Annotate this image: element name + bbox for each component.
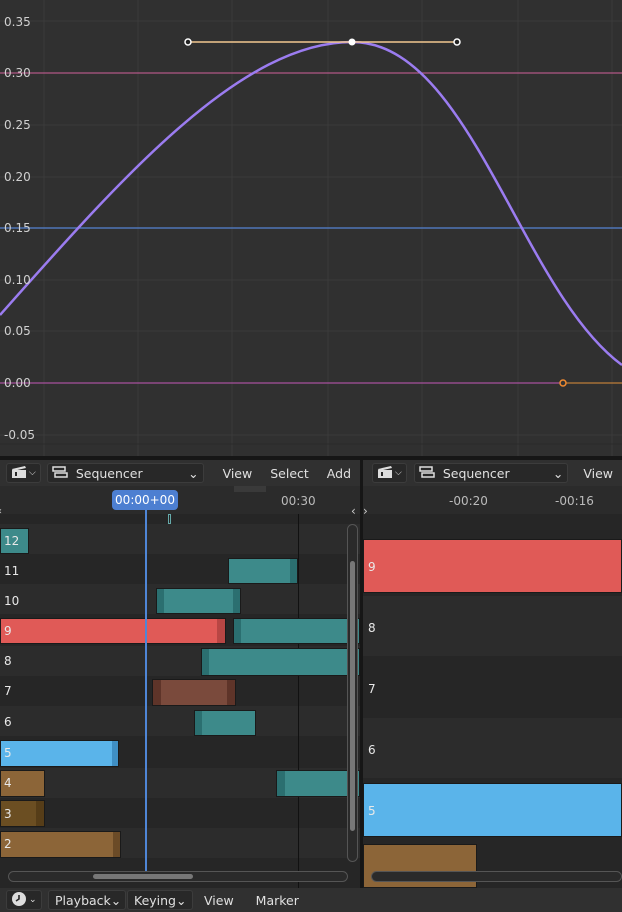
channel-number: 2 xyxy=(4,837,12,851)
strip-ch11[interactable] xyxy=(228,558,298,584)
right-sequencer-timeline[interactable]: -00:20 -00:16 9 8 7 6 5 › xyxy=(363,486,622,888)
chevron-down-icon: ⌄ xyxy=(110,892,122,908)
time-ruler[interactable]: 00:30 xyxy=(0,486,360,514)
view-type-dropdown[interactable]: Sequencer ⌄ xyxy=(413,463,569,483)
menu-view[interactable]: View xyxy=(574,466,622,481)
clapperboard-icon xyxy=(377,465,393,482)
strip-ch6[interactable] xyxy=(194,710,256,736)
strip-ch2[interactable] xyxy=(0,831,121,858)
channel-number: 12 xyxy=(4,534,20,548)
strip-ch9-teal[interactable] xyxy=(233,618,360,644)
graph-editor-area[interactable]: 0.35 0.30 0.25 0.20 0.15 0.10 0.05 0.00 … xyxy=(0,0,622,456)
vertical-scrollbar[interactable] xyxy=(347,524,358,862)
current-frame-indicator[interactable]: 00:00+00 xyxy=(112,490,178,510)
editor-type-label: Sequencer xyxy=(442,465,510,481)
y-tick: -0.05 xyxy=(4,428,36,442)
timeline-header: ⌄ Playback ⌄ Keying ⌄ View Marker xyxy=(0,888,622,912)
fcurve[interactable] xyxy=(0,40,622,367)
playhead-line[interactable] xyxy=(145,508,147,872)
keyframe-point[interactable] xyxy=(348,38,356,46)
end-frame-line xyxy=(298,514,299,888)
chevron-down-icon: ⌄ xyxy=(29,895,37,905)
channel-number: 10 xyxy=(4,594,20,608)
channel-number: 7 xyxy=(368,682,376,696)
y-tick: 0.00 xyxy=(4,376,31,390)
y-tick: 0.30 xyxy=(4,66,31,80)
left-handle[interactable] xyxy=(184,38,192,46)
chevron-down-icon: ⌵ xyxy=(29,468,36,478)
time-ruler[interactable]: -00:20 -00:16 xyxy=(363,486,622,514)
sequencer-icon xyxy=(419,465,435,482)
strip-ch9-red[interactable] xyxy=(0,618,226,644)
right-handle[interactable] xyxy=(453,38,461,46)
strip-ch10[interactable] xyxy=(156,588,241,614)
ruler-label: 00:30 xyxy=(281,494,316,508)
menu-add[interactable]: Add xyxy=(318,466,360,481)
y-tick: 0.05 xyxy=(4,324,31,338)
view-type-dropdown[interactable]: Sequencer ⌄ xyxy=(46,463,204,483)
channel-number: 8 xyxy=(4,654,12,668)
strip-ch8[interactable] xyxy=(201,648,360,676)
channel-row xyxy=(363,596,622,656)
left-sequencer-timeline[interactable]: 00:30 12 11 10 9 8 7 6 5 4 3 2 00:00+00 … xyxy=(0,486,360,888)
orange-keyframe[interactable] xyxy=(559,379,567,387)
keying-menu[interactable]: Keying ⌄ xyxy=(127,890,193,910)
menu-view[interactable]: View xyxy=(214,466,262,481)
playback-menu[interactable]: Playback ⌄ xyxy=(48,890,126,910)
chevron-right-icon[interactable]: › xyxy=(363,504,368,518)
editor-type-button[interactable]: ⌄ xyxy=(6,890,42,910)
channel-number: 7 xyxy=(4,684,12,698)
clapperboard-icon xyxy=(11,465,27,482)
playback-label: Playback xyxy=(55,892,111,908)
channel-row xyxy=(0,524,360,554)
channel-number: 6 xyxy=(4,715,12,729)
y-tick: 0.10 xyxy=(4,273,31,287)
vertical-scrollbar-thumb[interactable] xyxy=(350,561,355,831)
horizontal-scrollbar[interactable] xyxy=(371,871,622,882)
graph-canvas[interactable] xyxy=(0,0,622,456)
channel-number: 5 xyxy=(4,746,12,760)
editor-type-label: Sequencer xyxy=(75,465,143,481)
y-tick: 0.20 xyxy=(4,170,31,184)
strip-ch5-blue[interactable] xyxy=(0,740,119,767)
channel-number: 11 xyxy=(4,564,20,578)
y-tick: 0.15 xyxy=(4,221,31,235)
strip-ch9-red[interactable] xyxy=(363,539,622,593)
channel-row xyxy=(0,706,360,736)
editor-type-button[interactable]: ⌵ xyxy=(372,463,407,483)
frame-marker xyxy=(168,514,171,524)
menu-view[interactable]: View xyxy=(195,893,243,908)
chevron-down-icon: ⌵ xyxy=(395,468,402,478)
editor-type-button[interactable]: ⌵ xyxy=(6,463,41,483)
horizontal-scrollbar[interactable] xyxy=(8,871,348,882)
ruler-label: -00:20 xyxy=(449,494,488,508)
channel-number: 6 xyxy=(368,743,376,757)
chevron-left-icon[interactable]: ‹ xyxy=(0,506,2,517)
chevron-down-icon: ⌄ xyxy=(552,465,564,481)
ruler-label: -00:16 xyxy=(555,494,594,508)
left-sequencer-header: ⌵ Sequencer ⌄ View Select Add xyxy=(0,460,360,486)
keying-label: Keying xyxy=(134,892,176,908)
channel-number: 9 xyxy=(4,624,12,638)
menu-marker[interactable]: Marker xyxy=(247,893,308,908)
strip-ch7[interactable] xyxy=(152,679,236,706)
channel-number: 8 xyxy=(368,621,376,635)
channel-number: 4 xyxy=(4,776,12,790)
channel-number: 9 xyxy=(368,560,376,574)
channel-row xyxy=(363,718,622,778)
y-tick: 0.35 xyxy=(4,15,31,29)
chevron-down-icon: ⌄ xyxy=(176,892,187,908)
chevron-down-icon: ⌄ xyxy=(188,465,199,481)
clock-icon xyxy=(11,891,27,910)
horizontal-scrollbar-thumb[interactable] xyxy=(93,874,193,879)
y-tick: 0.25 xyxy=(4,118,31,132)
channel-number: 3 xyxy=(4,807,12,821)
chevron-left-icon[interactable]: ‹ xyxy=(351,504,356,518)
strip-ch5-blue[interactable] xyxy=(363,783,622,837)
sequencer-icon xyxy=(52,465,68,482)
right-sequencer-header: ⌵ Sequencer ⌄ View xyxy=(363,460,622,486)
menu-select[interactable]: Select xyxy=(261,466,318,481)
ruler-marker xyxy=(234,486,266,492)
channel-number: 5 xyxy=(368,804,376,818)
